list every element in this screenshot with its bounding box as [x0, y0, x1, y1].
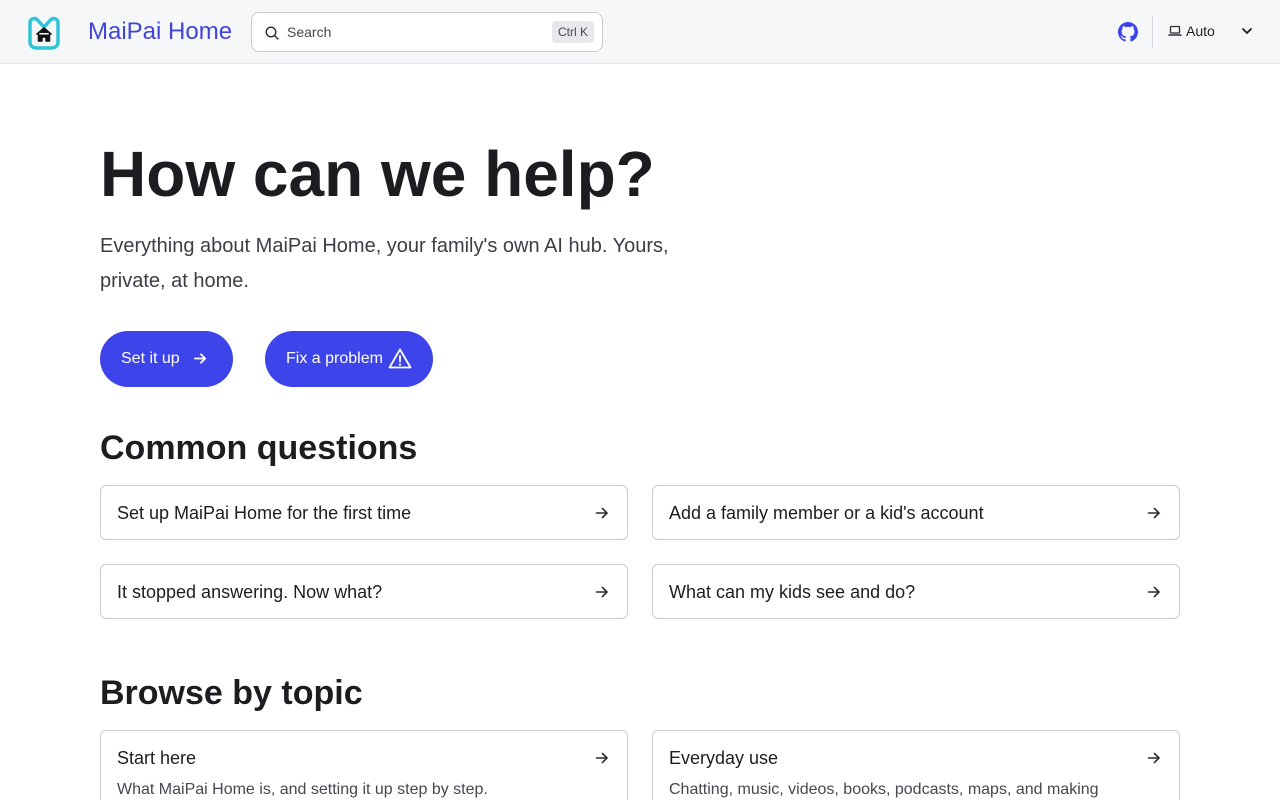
theme-select[interactable]: Auto — [1168, 20, 1260, 44]
search-placeholder: Search — [287, 24, 332, 40]
top-bar: MaiPai Home Search Ctrl K Auto — [0, 0, 1280, 64]
question-card-stopped-answering[interactable]: It stopped answering. Now what? — [100, 564, 628, 619]
set-it-up-label: Set it up — [121, 350, 180, 367]
arrow-right-icon — [595, 752, 608, 764]
set-it-up-button[interactable]: Set it up — [100, 331, 233, 387]
question-card-first-time-setup[interactable]: Set up MaiPai Home for the first time — [100, 485, 628, 540]
common-questions-heading: Common questions — [100, 429, 418, 467]
arrow-right-icon — [1147, 752, 1160, 764]
page-title: How can we help? — [100, 138, 655, 210]
header-divider — [1152, 16, 1153, 48]
arrow-right-icon — [595, 586, 608, 598]
card-title: What can my kids see and do? — [669, 582, 916, 602]
page-subtitle: Everything about MaiPai Home, your famil… — [100, 235, 669, 292]
brand-link[interactable]: MaiPai Home — [88, 16, 232, 48]
browse-by-topic-heading: Browse by topic — [100, 674, 363, 712]
card-description: What MaiPai Home is, and setting it up s… — [117, 781, 488, 798]
question-card-kids-see-and-do[interactable]: What can my kids see and do? — [652, 564, 1180, 619]
theme-select-label: Auto — [1186, 23, 1215, 39]
laptop-icon — [1168, 25, 1182, 36]
search-icon — [265, 26, 279, 40]
topic-card-start-here[interactable]: Start here What MaiPai Home is, and sett… — [100, 730, 628, 800]
arrow-right-icon — [1147, 507, 1160, 519]
search-shortcut-badge: Ctrl K — [552, 21, 594, 43]
card-title: Set up MaiPai Home for the first time — [117, 503, 412, 523]
question-card-add-family-member[interactable]: Add a family member or a kid's account — [652, 485, 1180, 540]
fix-a-problem-button[interactable]: Fix a problem — [265, 331, 433, 387]
card-title: Start here — [117, 748, 197, 768]
card-title: It stopped answering. Now what? — [117, 582, 383, 602]
maipai-logo-icon[interactable] — [24, 12, 64, 52]
github-icon[interactable] — [1118, 22, 1138, 42]
card-description: Chatting, music, videos, books, podcasts… — [669, 781, 1099, 798]
arrow-right-icon — [193, 353, 207, 364]
chevron-down-icon — [1242, 28, 1252, 34]
card-title: Everyday use — [669, 748, 779, 768]
topic-card-everyday-use[interactable]: Everyday use Chatting, music, videos, bo… — [652, 730, 1180, 800]
card-title: Add a family member or a kid's account — [669, 503, 984, 523]
arrow-right-icon — [595, 507, 608, 519]
warning-icon — [388, 348, 412, 369]
arrow-right-icon — [1147, 586, 1160, 598]
fix-a-problem-label: Fix a problem — [286, 350, 383, 367]
search-input[interactable]: Search Ctrl K — [251, 12, 603, 52]
